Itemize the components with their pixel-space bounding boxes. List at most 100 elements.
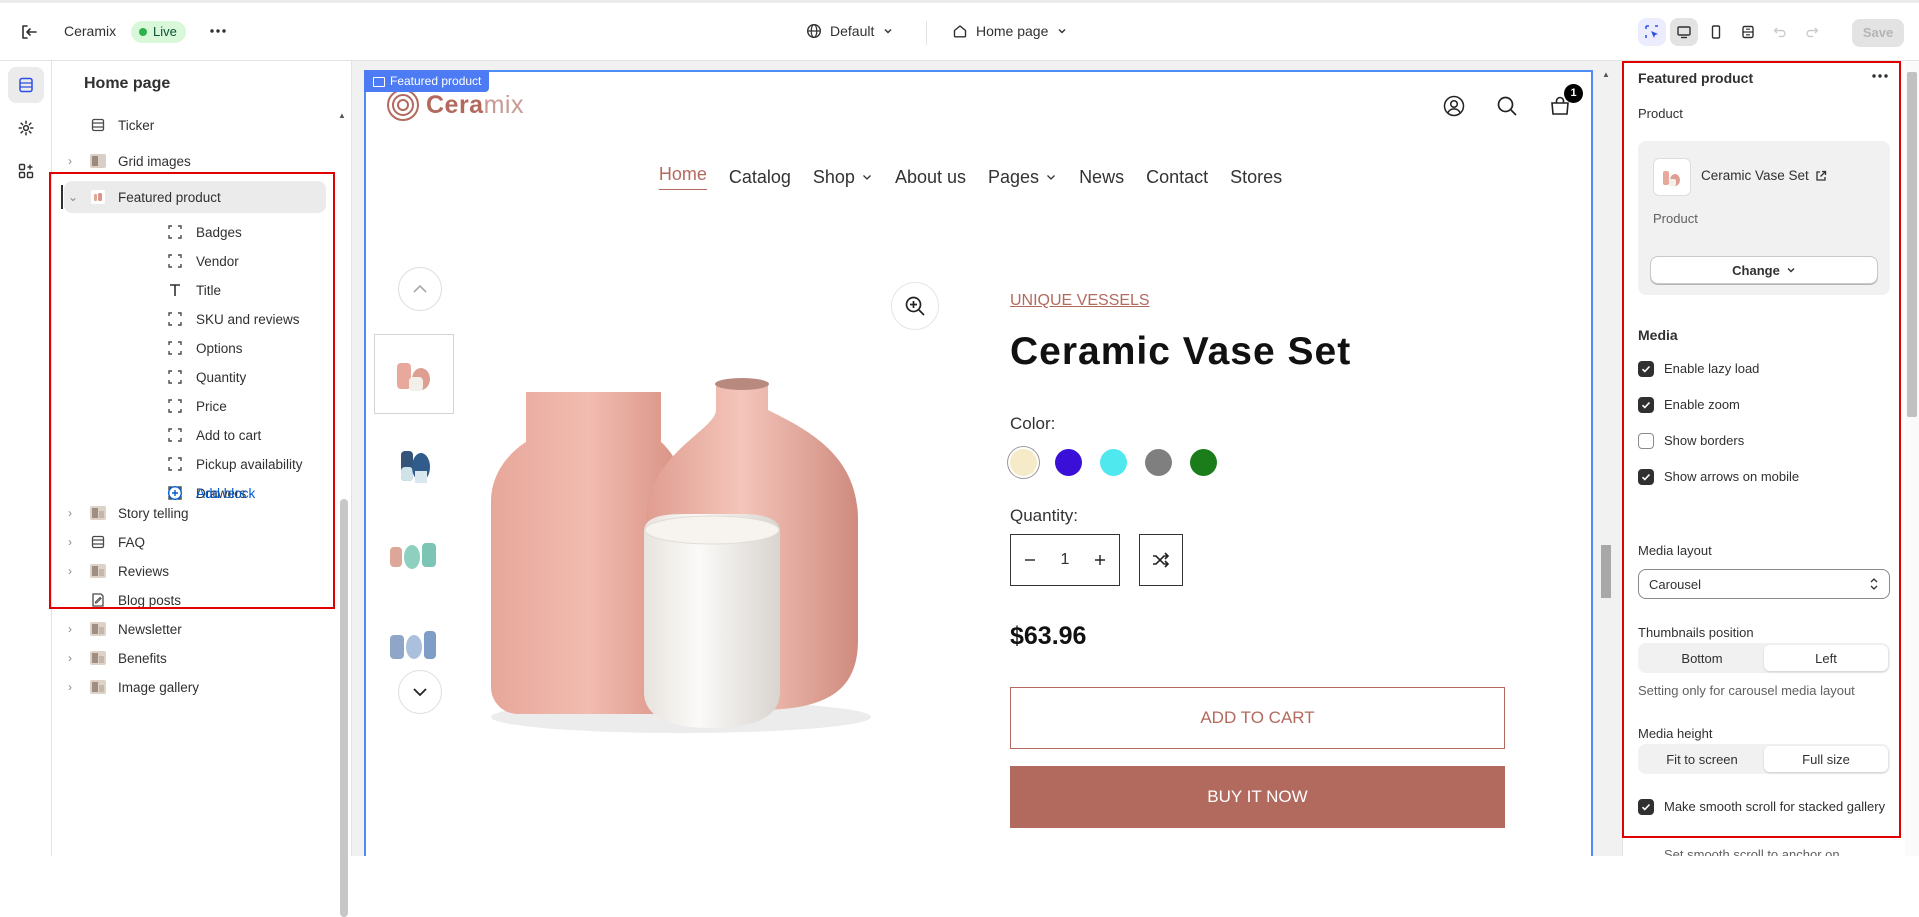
color-label: Color:: [1010, 414, 1056, 433]
thumbnail-3[interactable]: [374, 514, 454, 594]
color-swatch[interactable]: [1100, 449, 1127, 476]
section-tag[interactable]: Featured product: [364, 70, 490, 92]
nav-shop[interactable]: Shop: [813, 164, 873, 190]
nav-pages[interactable]: Pages: [988, 164, 1057, 190]
thumbnail-1[interactable]: [374, 334, 454, 414]
option-left[interactable]: Left: [1764, 645, 1888, 671]
settings-scroll-thumb[interactable]: [1907, 72, 1917, 417]
product-price: $63.96: [1010, 622, 1087, 650]
nav-label: Home: [658, 164, 707, 190]
section-image-gallery[interactable]: › Image gallery: [64, 671, 326, 703]
chevron-down-icon: [1056, 25, 1068, 37]
scroll-up-icon[interactable]: ▲: [1601, 70, 1611, 80]
chevron-right-icon[interactable]: ›: [68, 154, 84, 168]
color-swatch[interactable]: [1145, 449, 1172, 476]
mobile-view-icon[interactable]: [1702, 18, 1730, 46]
account-icon[interactable]: [1442, 94, 1466, 118]
fullscreen-view-icon[interactable]: [1734, 18, 1762, 46]
product-setting-label: Product: [1638, 106, 1683, 121]
quantity-stepper: 1: [1010, 534, 1120, 586]
buy-now-button[interactable]: BUY IT NOW: [1010, 766, 1505, 828]
nav-about-us[interactable]: About us: [895, 164, 966, 190]
section-ticker[interactable]: Ticker: [64, 109, 326, 141]
nav-catalog[interactable]: Catalog: [729, 164, 791, 190]
divider: [926, 21, 927, 45]
change-product-button[interactable]: Change: [1650, 256, 1878, 284]
plus-icon[interactable]: [1092, 552, 1108, 568]
globe-icon: [806, 23, 822, 39]
option-bottom[interactable]: Bottom: [1640, 645, 1764, 671]
section-benefits[interactable]: › Benefits: [64, 642, 326, 674]
chevron-right-icon[interactable]: ›: [68, 622, 84, 636]
show-arrows-on-mobile-checkbox[interactable]: Show arrows on mobile: [1638, 469, 1888, 485]
gear-icon[interactable]: [8, 110, 44, 146]
scroll-up-icon[interactable]: ▲: [338, 111, 346, 120]
color-swatch[interactable]: [1055, 449, 1082, 476]
enable-zoom-checkbox[interactable]: Enable zoom: [1638, 397, 1888, 413]
option-fit-to-screen[interactable]: Fit to screen: [1640, 746, 1764, 772]
undo-icon[interactable]: [1766, 18, 1794, 46]
external-link-icon[interactable]: [1815, 170, 1827, 182]
product-link[interactable]: Ceramic Vase Set: [1701, 168, 1827, 183]
option-full-size[interactable]: Full size: [1764, 746, 1888, 772]
section-newsletter[interactable]: › Newsletter: [64, 613, 326, 645]
save-button[interactable]: Save: [1852, 19, 1904, 47]
list-icon: [88, 115, 108, 135]
main-nav: Home Catalog Shop About us Pages News Contact S…: [366, 164, 1591, 190]
redo-icon[interactable]: [1798, 18, 1826, 46]
checkbox-icon[interactable]: [1638, 433, 1654, 449]
smooth-scroll-checkbox[interactable]: Make smooth scroll for stacked gallery: [1638, 799, 1888, 817]
thumbnail-2[interactable]: [374, 424, 454, 504]
theme-label: Default: [830, 23, 875, 39]
panel-title: Home page: [84, 75, 171, 92]
shuffle-icon: [1151, 550, 1171, 570]
nav-stores[interactable]: Stores: [1230, 164, 1282, 190]
live-status-badge: Live: [131, 21, 186, 43]
image-thumbnail-icon: [88, 619, 108, 639]
page-selector[interactable]: Home page: [952, 23, 1068, 39]
preview-scrollbar[interactable]: [1600, 70, 1614, 856]
nav-label: News: [1079, 166, 1125, 187]
select-arrows-icon: [1869, 577, 1879, 591]
nav-contact[interactable]: Contact: [1146, 164, 1208, 190]
checkbox-icon[interactable]: [1638, 469, 1654, 485]
exit-icon[interactable]: [18, 21, 40, 43]
theme-selector[interactable]: Default: [806, 23, 894, 39]
desktop-view-icon[interactable]: [1670, 18, 1698, 46]
inspector-icon[interactable]: [1638, 18, 1666, 46]
nav-label: Pages: [988, 166, 1040, 187]
preview-scroll-thumb[interactable]: [1601, 545, 1611, 598]
apps-icon[interactable]: [8, 153, 44, 189]
zoom-button[interactable]: [891, 282, 939, 330]
media-layout-select[interactable]: Carousel: [1638, 569, 1890, 599]
minus-icon[interactable]: [1022, 552, 1038, 568]
checkbox-label: Enable lazy load: [1664, 361, 1760, 376]
nav-home[interactable]: Home: [658, 164, 707, 190]
store-logo[interactable]: Ceramix: [386, 88, 524, 122]
product-thumbnail: [1653, 158, 1691, 196]
more-actions-icon[interactable]: [1871, 71, 1889, 81]
product-image[interactable]: [466, 372, 896, 762]
compare-button[interactable]: [1139, 534, 1183, 586]
chevron-right-icon[interactable]: ›: [68, 651, 84, 665]
scrollbar[interactable]: [340, 499, 348, 917]
more-actions-icon[interactable]: [208, 21, 228, 41]
chevron-right-icon[interactable]: ›: [68, 680, 84, 694]
show-borders-checkbox[interactable]: Show borders: [1638, 433, 1888, 449]
highlight-frame: [49, 172, 335, 609]
checkbox-icon[interactable]: [1638, 361, 1654, 377]
search-icon[interactable]: [1495, 94, 1519, 118]
nav-news[interactable]: News: [1079, 164, 1124, 190]
sections-icon[interactable]: [8, 67, 44, 103]
add-to-cart-button[interactable]: ADD TO CART: [1010, 687, 1505, 749]
thumbnail-next-button[interactable]: [398, 670, 442, 714]
color-swatch[interactable]: [1010, 449, 1037, 476]
thumbnail-prev-button[interactable]: [398, 267, 442, 311]
checkbox-icon[interactable]: [1638, 799, 1654, 815]
color-swatch[interactable]: [1190, 449, 1217, 476]
checkbox-label: Enable zoom: [1664, 397, 1740, 412]
checkbox-icon[interactable]: [1638, 397, 1654, 413]
product-vendor-link[interactable]: UNIQUE VESSELS: [1010, 292, 1150, 310]
enable-lazy-load-checkbox[interactable]: Enable lazy load: [1638, 361, 1888, 377]
quantity-value[interactable]: 1: [1061, 551, 1070, 569]
